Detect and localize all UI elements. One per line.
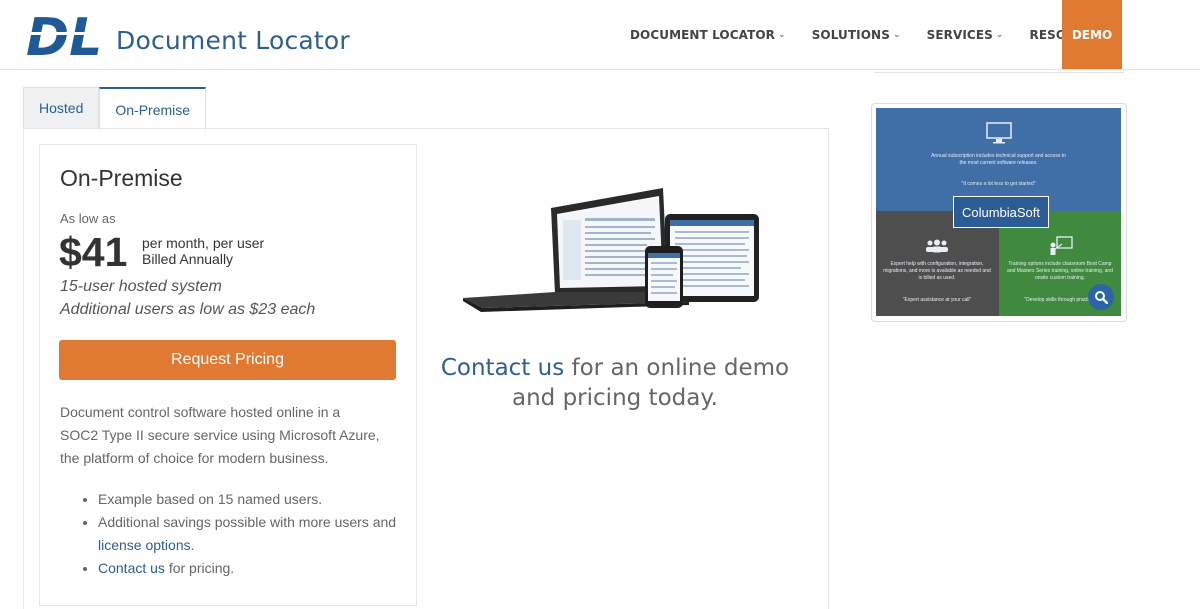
pricing-tabs: Hosted On-Premise <box>23 87 207 130</box>
list-item: Example based on 15 named users. <box>98 488 408 511</box>
nav-services[interactable]: SERVICES ⌄ <box>927 28 1004 42</box>
dl-logo-icon: DL <box>24 8 108 62</box>
banner-services-text: Expert help with configuration, integrat… <box>883 261 991 281</box>
nav-label: DOCUMENT LOCATOR <box>629 27 776 42</box>
feature-list: Example based on 15 named users. Additio… <box>78 488 408 580</box>
banner-support-quote: "It comes a lot less to get started" <box>961 181 1036 187</box>
divider <box>874 72 1124 73</box>
site-header: DL Document Locator DOCUMENT LOCATOR ⌄ S… <box>0 0 1200 70</box>
contact-us-link[interactable]: Contact us <box>98 560 165 576</box>
phone-icon <box>645 246 683 308</box>
tab-on-premise[interactable]: On-Premise <box>99 87 207 130</box>
demo-button[interactable]: DEMO <box>1062 0 1122 69</box>
chevron-down-icon: ⌄ <box>995 29 1004 40</box>
tab-hosted[interactable]: Hosted <box>23 87 100 128</box>
price: $41 <box>59 229 128 275</box>
banner-training-text: Training options include classroom Boot … <box>1007 261 1113 281</box>
users-icon <box>926 239 948 253</box>
devices-illustration <box>463 188 759 312</box>
list-item: Additional savings possible with more us… <box>98 511 408 557</box>
nav-document-locator[interactable]: DOCUMENT LOCATOR ⌄ <box>630 28 786 42</box>
list-item: Contact us for pricing. <box>98 557 408 580</box>
nav-label: SOLUTIONS <box>811 27 890 42</box>
zoom-search-button[interactable] <box>1088 284 1114 310</box>
chevron-down-icon: ⌄ <box>892 29 901 40</box>
main-nav: DOCUMENT LOCATOR ⌄ SOLUTIONS ⌄ SERVICES … <box>604 0 1122 69</box>
banner-services-quote: "Expert assistance at your call" <box>902 297 972 303</box>
list-item-text: . <box>190 537 195 553</box>
nav-label: SERVICES <box>926 27 993 42</box>
as-low-as-label: As low as <box>60 211 116 226</box>
logo[interactable]: DL Document Locator <box>24 6 350 62</box>
card-title: On-Premise <box>60 165 183 191</box>
list-item-text: Example based on 15 named users. <box>98 491 323 507</box>
columbiasoft-logo: ColumbiaSoft <box>953 196 1049 228</box>
contact-cta: Contact us for an online demo and pricin… <box>440 353 790 413</box>
hosted-note: 15-user hosted system <box>60 278 222 295</box>
pricing-card: On-Premise As low as $41 per month, per … <box>39 144 417 606</box>
banner-support-text: Annual subscription includes technical s… <box>931 153 1066 166</box>
price-term-line: per month, per user <box>142 235 265 251</box>
list-item-text: for pricing. <box>164 560 235 576</box>
logo-text: Document Locator <box>116 26 350 55</box>
contact-us-cta-link[interactable]: Contact us <box>441 355 564 381</box>
promo-banner[interactable]: Annual subscription includes technical s… <box>876 108 1121 316</box>
monitor-icon <box>986 122 1012 144</box>
license-options-link[interactable]: license options <box>98 537 191 553</box>
nav-solutions[interactable]: SOLUTIONS ⌄ <box>812 28 901 42</box>
card-description: Document control software hosted online … <box>60 404 380 466</box>
request-pricing-button[interactable]: Request Pricing <box>59 340 396 380</box>
search-icon <box>1095 291 1108 304</box>
additional-users-note: Additional users as low as $23 each <box>60 301 316 318</box>
billing-term-line: Billed Annually <box>142 251 234 267</box>
list-item-text: Additional savings possible with more us… <box>98 514 397 530</box>
price-terms: per month, per user Billed Annually <box>142 235 264 267</box>
presentation-icon <box>1050 236 1073 255</box>
chevron-down-icon: ⌄ <box>778 29 786 40</box>
